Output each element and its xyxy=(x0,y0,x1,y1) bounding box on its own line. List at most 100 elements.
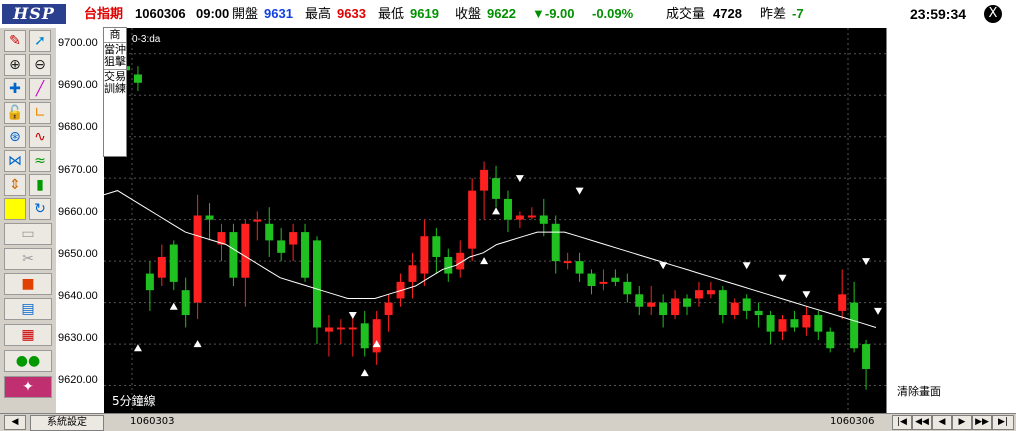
menu-item-daytrade[interactable]: 當沖狙擊 xyxy=(104,42,126,69)
buy-signal-marker xyxy=(492,207,501,215)
candle-down xyxy=(432,236,441,257)
scissors-icon[interactable]: ✂ xyxy=(4,248,52,270)
candle-up xyxy=(324,327,333,332)
folder-icon[interactable]: ▭ xyxy=(4,223,52,245)
symbol-name: 台指期 xyxy=(84,6,124,21)
candle-up xyxy=(599,281,608,284)
angle-icon[interactable]: ∟ xyxy=(29,102,51,124)
clear-screen-button[interactable]: 清除畫面 xyxy=(897,383,941,399)
notes-icon[interactable]: ▤ xyxy=(4,298,52,320)
candle-down xyxy=(277,240,286,253)
updown-icon[interactable]: ⇕ xyxy=(4,174,26,196)
sell-signal-marker xyxy=(348,312,357,320)
candle-up xyxy=(157,256,166,278)
nav-last-button[interactable]: ▶| xyxy=(992,415,1014,430)
zoom-in-icon[interactable]: ⊕ xyxy=(4,54,26,76)
candle-up xyxy=(241,223,250,278)
high-label: 最高 xyxy=(305,6,332,21)
candle-down xyxy=(539,215,548,224)
candle-up xyxy=(527,215,536,218)
candle-down xyxy=(742,298,751,311)
channel-icon[interactable]: ≈ xyxy=(29,150,51,172)
candle-down xyxy=(265,223,274,241)
y-tick-label: 9650.00 xyxy=(58,248,98,260)
candle-up xyxy=(420,236,429,274)
nav-prev-button[interactable]: ◀ xyxy=(932,415,952,430)
candle-down xyxy=(623,281,632,295)
candle-down xyxy=(575,261,584,274)
sell-signal-marker xyxy=(515,175,524,183)
fan-icon[interactable]: ⋈ xyxy=(4,150,26,172)
y-tick-label: 9630.00 xyxy=(58,332,98,344)
candle-up xyxy=(193,215,202,303)
change-percent: -0.09% xyxy=(592,6,634,21)
candle-up xyxy=(372,319,381,353)
flame-icon[interactable]: ✦ xyxy=(4,376,52,398)
buy-signal-marker xyxy=(480,257,489,265)
bottom-bar: ◀ 系統設定 1060303 1060306 |◀ ◀◀ ◀ ▶ ▶▶ ▶| xyxy=(0,413,1016,431)
candle-up xyxy=(408,265,417,282)
stop-icon[interactable]: ■ xyxy=(4,273,52,295)
nav-forward-button[interactable]: ▶▶ xyxy=(972,415,992,430)
cycle-icon[interactable]: ⊛ xyxy=(4,126,26,148)
line-icon[interactable]: ╱ xyxy=(29,78,51,100)
candle-up xyxy=(706,290,715,295)
close-label: 收盤 xyxy=(455,6,482,21)
crosshair-icon[interactable]: ✚ xyxy=(4,78,26,100)
left-arrow-icon[interactable]: ◀ xyxy=(4,415,26,430)
candle-up xyxy=(838,294,847,311)
low-label: 最低 xyxy=(378,6,405,21)
candlestick-chart[interactable]: 0-3:da 5分鐘線 xyxy=(104,28,886,413)
menu-item-training[interactable]: 交易訓練 xyxy=(104,69,126,96)
people-icon[interactable]: ●● xyxy=(4,350,52,372)
wave-icon[interactable]: ∿ xyxy=(29,126,51,148)
quote-time: 09:00 xyxy=(196,6,230,21)
close-icon[interactable]: X xyxy=(984,5,1002,23)
candle-down xyxy=(169,244,178,282)
candle-down xyxy=(312,240,321,328)
sell-signal-marker xyxy=(778,274,787,282)
sell-signal-marker xyxy=(802,291,811,299)
candle-down xyxy=(683,298,692,307)
candle-down xyxy=(551,223,560,262)
candle-down xyxy=(492,178,501,199)
candle-icon[interactable]: ▮ xyxy=(29,174,51,196)
candle-down xyxy=(503,198,512,220)
candle-down xyxy=(718,290,727,316)
menu-item-shang[interactable]: 商 xyxy=(104,28,126,42)
candle-down xyxy=(814,315,823,332)
diff-value: -7 xyxy=(792,6,804,21)
candle-up xyxy=(730,302,739,316)
grid-icon[interactable]: ▦ xyxy=(4,324,52,346)
candle-up xyxy=(384,302,393,316)
candle-up xyxy=(563,261,572,264)
color-swatch-icon[interactable] xyxy=(4,198,26,220)
nav-rewind-button[interactable]: ◀◀ xyxy=(912,415,932,430)
refresh-icon[interactable]: ↻ xyxy=(29,198,51,220)
candle-down xyxy=(659,302,668,316)
candle-down xyxy=(229,232,238,278)
title-bar: HSP 台指期 1060306 09:00 開盤 9631 最高 9633 最低… xyxy=(0,0,1016,29)
high-value: 9633 xyxy=(337,6,366,21)
pointer-icon[interactable]: ➚ xyxy=(29,30,51,52)
side-menu: 商 當沖狙擊 交易訓練 xyxy=(103,27,127,157)
nav-next-button[interactable]: ▶ xyxy=(952,415,972,430)
candle-up xyxy=(647,302,656,307)
open-value: 9631 xyxy=(264,6,293,21)
clock: 23:59:34 xyxy=(910,6,967,22)
end-date: 1060306 xyxy=(830,416,875,427)
y-tick-label: 9680.00 xyxy=(58,121,98,133)
sell-signal-marker xyxy=(862,258,871,266)
candle-down xyxy=(754,310,763,316)
pen-icon[interactable]: ✎ xyxy=(4,30,26,52)
y-tick-label: 9640.00 xyxy=(58,290,98,302)
candle-up xyxy=(802,315,811,328)
candle-up xyxy=(348,327,357,330)
change-value: ▼-9.00 xyxy=(532,6,575,21)
zoom-out-icon[interactable]: ⊖ xyxy=(29,54,51,76)
nav-first-button[interactable]: |◀ xyxy=(892,415,912,430)
candle-down xyxy=(766,315,775,332)
tool-palette: ✎ ➚ ⊕ ⊖ ✚ ╱ 🔓 ∟ ⊛ ∿ ⋈ ≈ ⇕ ▮ ↻ ▭ ✂ ■ ▤ ▦ … xyxy=(0,28,56,416)
candle-down xyxy=(205,215,214,220)
unlock-icon[interactable]: 🔓 xyxy=(4,102,26,124)
